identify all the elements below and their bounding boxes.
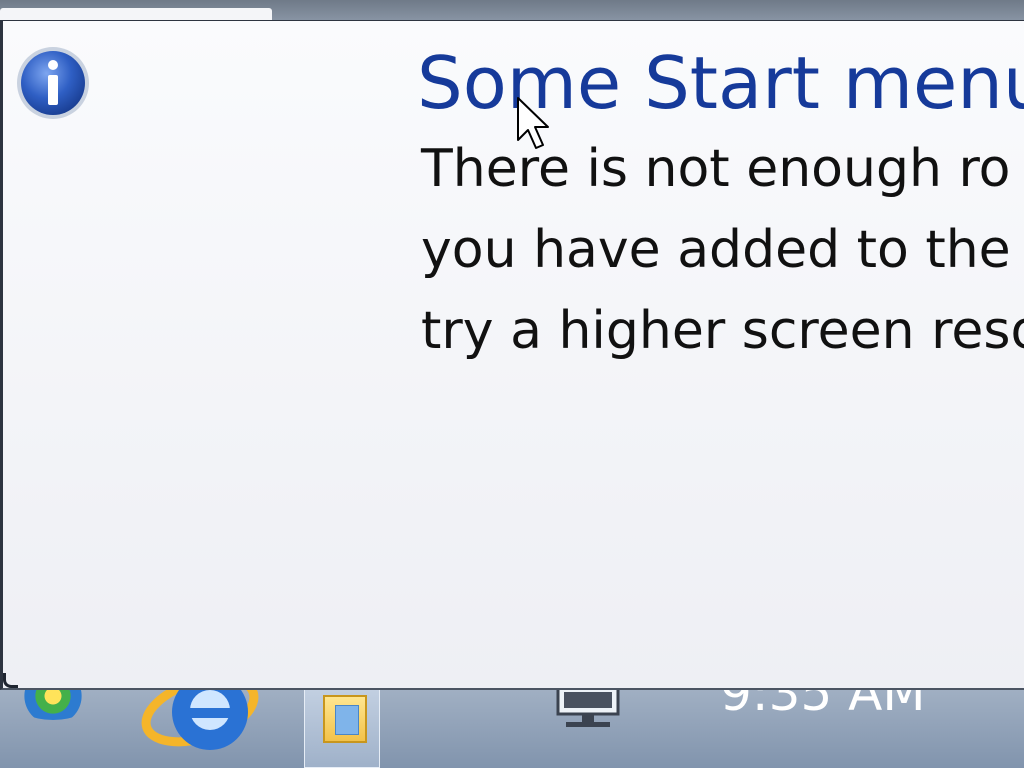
network-icon[interactable] bbox=[550, 684, 626, 732]
message-line: There is not enough ro bbox=[421, 139, 1011, 199]
mouse-pointer-icon bbox=[516, 96, 550, 152]
message-line: try a higher screen reso bbox=[421, 301, 1024, 361]
dialog-title: Some Start menu bbox=[417, 41, 1024, 125]
info-dialog: Some Start menu There is not enough ro y… bbox=[0, 20, 1024, 690]
message-line: you have added to the bbox=[421, 220, 1011, 280]
windows-explorer-icon bbox=[323, 695, 367, 743]
windows-explorer-button[interactable] bbox=[304, 680, 380, 768]
dialog-message: There is not enough ro you have added to… bbox=[421, 129, 1024, 372]
info-icon bbox=[15, 45, 91, 121]
